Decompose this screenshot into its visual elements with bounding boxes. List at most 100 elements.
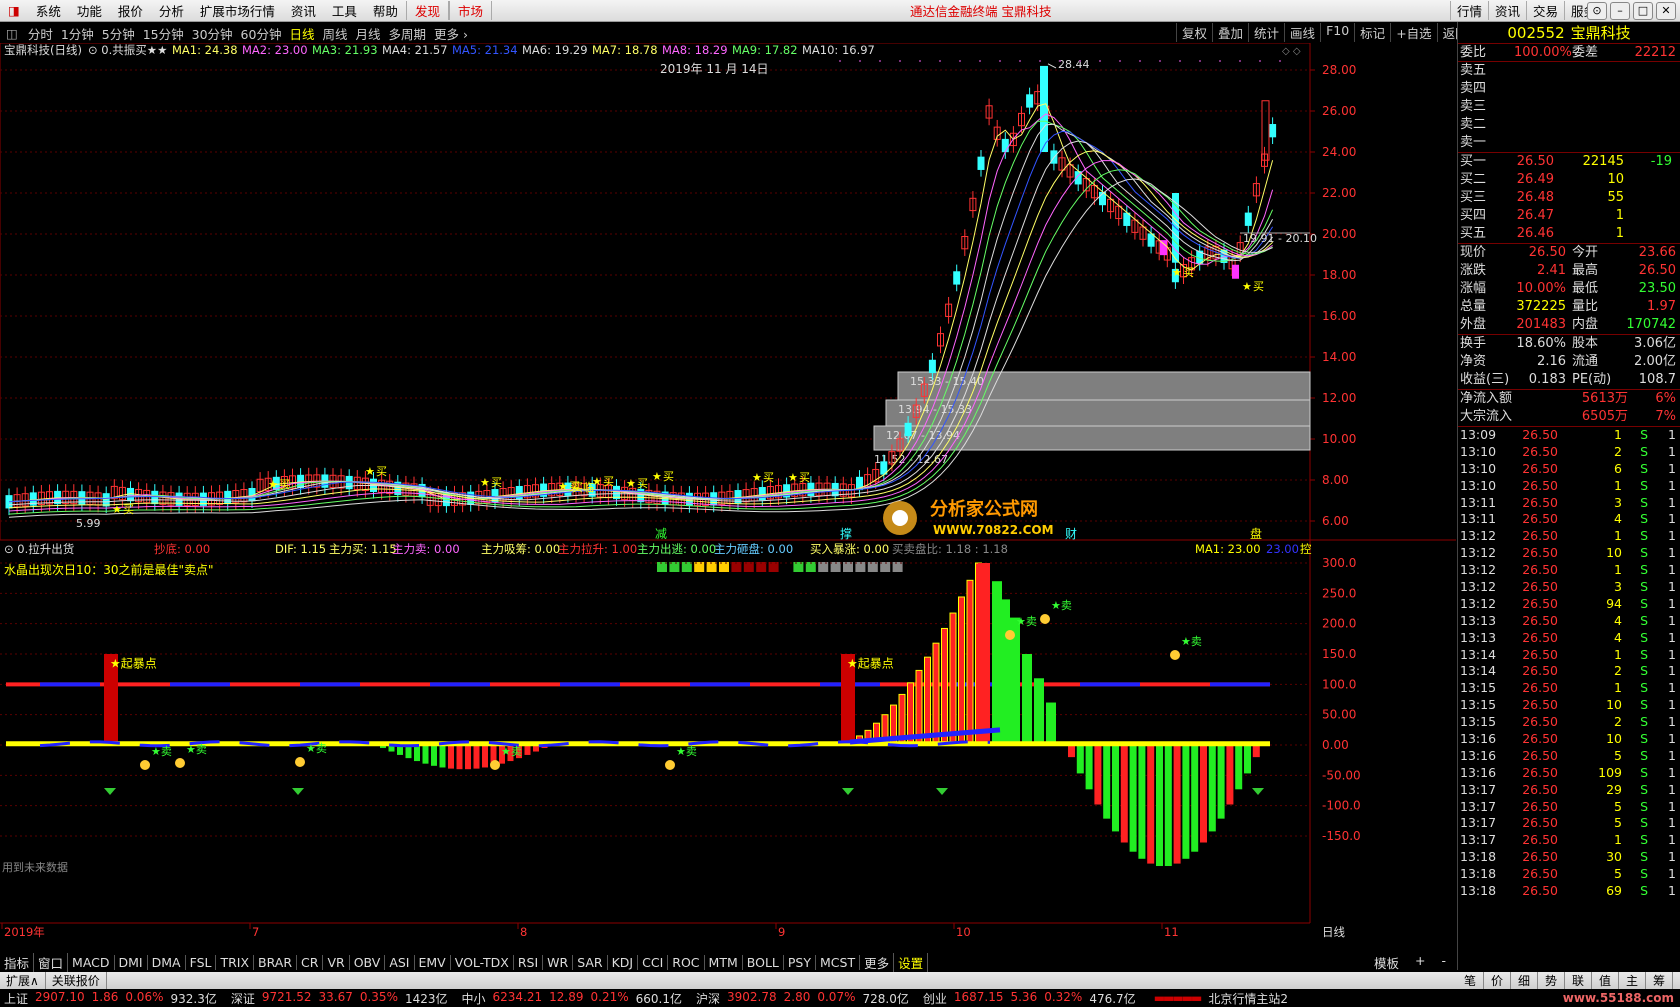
tick-time: 13:18 <box>1460 883 1497 899</box>
indicator-tab-trix[interactable]: TRIX <box>216 954 255 970</box>
index-diff: 5.36 <box>1010 989 1038 1004</box>
indicator-tab-psy[interactable]: PSY <box>784 954 816 970</box>
down-triangle-icon <box>292 788 304 795</box>
period-6[interactable]: 日线 <box>285 24 318 43</box>
period-3[interactable]: 15分钟 <box>139 24 188 43</box>
period-9[interactable]: 多周期 <box>385 24 431 43</box>
menu-item[interactable]: 功能 <box>69 1 110 20</box>
menu-item[interactable]: 资讯 <box>283 1 324 20</box>
time-tick-label: 11 <box>1164 925 1179 939</box>
index-2[interactable]: 中小 6234.21 12.89 0.21% 660.1亿 <box>458 990 682 1007</box>
indicator-tab-kdj[interactable]: KDJ <box>608 954 639 970</box>
menu-market[interactable]: 市场 <box>448 1 492 20</box>
menu-info[interactable]: 资讯 <box>1487 1 1526 20</box>
index-name: 沪深 <box>696 991 721 1006</box>
template-btn-1[interactable]: + <box>1411 953 1429 972</box>
indicator-tab-rsi[interactable]: RSI <box>514 954 544 970</box>
restore-icon[interactable]: ⊙ <box>1587 1 1607 20</box>
tick-price: 26.50 <box>1522 443 1558 459</box>
period-8[interactable]: 月线 <box>351 24 384 43</box>
indicator-tab-窗口[interactable]: 窗口 <box>34 952 69 972</box>
indicator-tab-macd[interactable]: MACD <box>68 954 115 970</box>
app-logo-icon[interactable]: ◨ <box>0 3 28 18</box>
period-0[interactable]: 分时 <box>24 24 57 43</box>
indicator-tab-wr[interactable]: WR <box>543 954 574 970</box>
period-2[interactable]: 5分钟 <box>98 24 139 43</box>
indicator-tab-asi[interactable]: ASI <box>385 954 415 970</box>
tick-row: 13:12 26.50 1 S 1 <box>1458 528 1680 545</box>
period-4[interactable]: 30分钟 <box>188 24 237 43</box>
tick-row: 13:10 26.50 1 S 1 <box>1458 478 1680 495</box>
indicator-tab-cci[interactable]: CCI <box>638 954 669 970</box>
related-quote-tab[interactable]: 关联报价 <box>46 972 107 989</box>
menu-item[interactable]: 帮助 <box>365 1 406 20</box>
stat-row-1: 涨跌 2.41 最高 26.50 <box>1458 262 1680 280</box>
period-7[interactable]: 周线 <box>318 24 351 43</box>
tick-vol: 10 <box>1606 697 1622 713</box>
index-4[interactable]: 创业 1687.15 5.36 0.32% 476.7亿 <box>919 990 1136 1007</box>
fund-row-0-label2: 股本 <box>1572 336 1599 351</box>
indicator-tab-更多[interactable]: 更多 <box>860 952 895 972</box>
menu-item[interactable]: 扩展市场行情 <box>192 1 283 20</box>
minimize-icon[interactable]: – <box>1610 1 1630 20</box>
menu-quote[interactable]: 行情 <box>1449 1 1488 20</box>
indicator-tab-brar[interactable]: BRAR <box>254 954 298 970</box>
quote-tab-3[interactable]: 势 <box>1538 972 1565 989</box>
candle-body <box>1040 65 1048 152</box>
maximize-icon[interactable]: □ <box>1633 1 1653 20</box>
indicator-tab-roc[interactable]: ROC <box>668 954 705 970</box>
close-icon[interactable]: ✕ <box>1656 1 1676 20</box>
menu-item[interactable]: 工具 <box>324 1 365 20</box>
indicator-tab-dma[interactable]: DMA <box>148 954 186 970</box>
chart-tool-5[interactable]: 标记 <box>1354 23 1390 42</box>
quote-tab-0[interactable]: 笔 <box>1457 972 1484 989</box>
quote-tab-2[interactable]: 细 <box>1511 972 1538 989</box>
quote-tab-7[interactable]: 筹 <box>1646 972 1673 989</box>
chart-tool-6[interactable]: +自选 <box>1390 23 1436 42</box>
indicator-tab-mtm[interactable]: MTM <box>705 954 743 970</box>
indicator-tab-sar[interactable]: SAR <box>573 954 608 970</box>
indicator-tab-cr[interactable]: CR <box>297 954 324 970</box>
menu-item[interactable]: 分析 <box>151 1 192 20</box>
indicator-tab-obv[interactable]: OBV <box>350 954 386 970</box>
index-0[interactable]: 上证 2907.10 1.86 0.06% 932.3亿 <box>0 990 217 1007</box>
menu-discover[interactable]: 发现 <box>405 1 449 20</box>
indicator-tab-dmi[interactable]: DMI <box>115 954 148 970</box>
chart-tool-4[interactable]: F10 <box>1320 23 1354 42</box>
quote-tab-5[interactable]: 值 <box>1592 972 1619 989</box>
chart-tool-1[interactable]: 叠加 <box>1212 23 1248 42</box>
chart-tool-3[interactable]: 画线 <box>1284 23 1320 42</box>
tick-vol: 5 <box>1614 815 1622 831</box>
template-btn-2[interactable]: - <box>1437 953 1450 972</box>
indicator-tab-boll[interactable]: BOLL <box>743 954 784 970</box>
indicator-tab-emv[interactable]: EMV <box>415 954 451 970</box>
menu-trade[interactable]: 交易 <box>1525 1 1564 20</box>
period-5[interactable]: 60分钟 <box>237 24 286 43</box>
indicator-tab-指标[interactable]: 指标 <box>0 952 35 972</box>
high-price-label: 28.44 <box>1058 58 1090 71</box>
indicator-tab-vr[interactable]: VR <box>323 954 350 970</box>
quote-tab-4[interactable]: 联 <box>1565 972 1592 989</box>
period-10[interactable]: 更多 › <box>430 24 472 43</box>
tick-count: 1 <box>1668 680 1676 696</box>
quote-tab-1[interactable]: 价 <box>1484 972 1511 989</box>
template-btn-0[interactable]: 模板 <box>1370 953 1403 972</box>
quote-tab-6[interactable]: 主 <box>1619 972 1646 989</box>
indicator-tab-mcst[interactable]: MCST <box>816 954 861 970</box>
tick-side: S <box>1640 646 1648 662</box>
index-1[interactable]: 深证 9721.52 33.67 0.35% 1423亿 <box>227 990 448 1007</box>
kline-chart[interactable]: 28.00 26.00 24.00 22.00 20.00 18.00 16.00 14.00… <box>0 43 1456 957</box>
indicator-tab-设置[interactable]: 设置 <box>894 952 929 972</box>
menu-item[interactable]: 报价 <box>110 1 151 20</box>
menu-item[interactable]: 系统 <box>28 1 69 20</box>
chart-tool-0[interactable]: 复权 <box>1176 23 1212 42</box>
indicator-tab-fsl[interactable]: FSL <box>186 954 217 970</box>
period-1[interactable]: 1分钟 <box>57 24 98 43</box>
chart-tool-2[interactable]: 统计 <box>1248 23 1284 42</box>
indicator-tab-vol-tdx[interactable]: VOL-TDX <box>451 954 514 970</box>
index-3[interactable]: 沪深 3902.78 2.80 0.07% 728.0亿 <box>692 990 909 1007</box>
expand-tab[interactable]: 扩展∧ <box>0 972 46 989</box>
tick-price: 26.50 <box>1522 798 1558 814</box>
panel-toggle-icon[interactable]: ◫ <box>0 26 24 41</box>
tick-time: 13:17 <box>1460 832 1497 848</box>
